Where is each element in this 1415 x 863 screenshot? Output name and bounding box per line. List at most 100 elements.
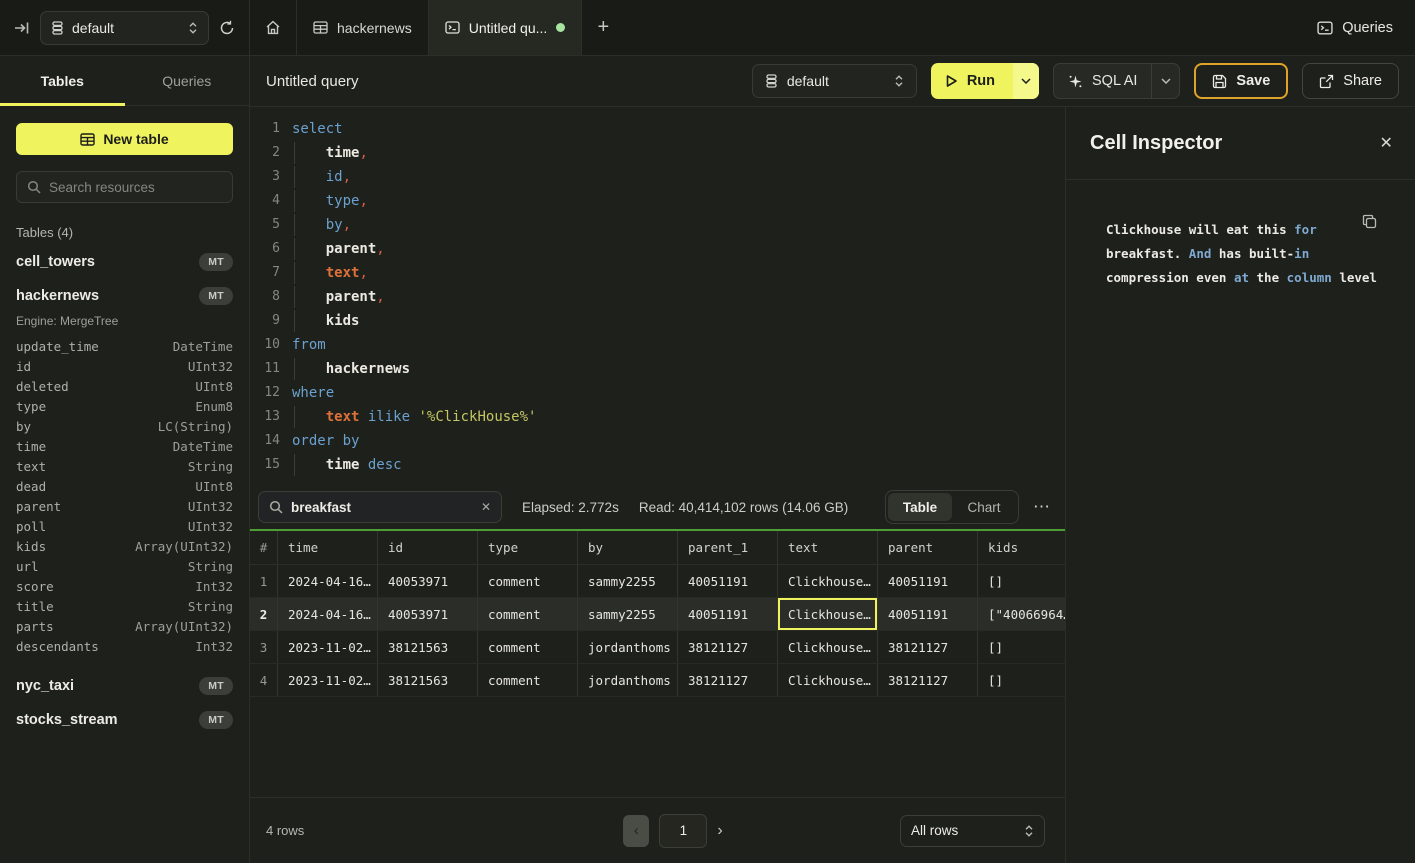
- view-toggle-chart[interactable]: Chart: [952, 493, 1016, 521]
- queries-button[interactable]: Queries: [1317, 20, 1393, 36]
- close-icon[interactable]: ✕: [1380, 133, 1393, 153]
- table-row[interactable]: 32023-11-02…38121563commentjordanthoms38…: [250, 631, 1065, 664]
- table-cell[interactable]: 40051191: [878, 565, 978, 597]
- tab-hackernews[interactable]: hackernews: [297, 0, 429, 55]
- sidebar-search[interactable]: [16, 171, 233, 203]
- table-cell[interactable]: 40051191: [878, 598, 978, 630]
- table-cell[interactable]: 38121563: [378, 631, 478, 663]
- table-cell[interactable]: Clickhouse…: [778, 631, 878, 663]
- column-header-time[interactable]: time: [278, 531, 378, 564]
- column-header-parent_1[interactable]: parent_1: [678, 531, 778, 564]
- column-header-#[interactable]: #: [250, 531, 278, 564]
- table-cell[interactable]: comment: [478, 631, 578, 663]
- table-cell[interactable]: 40051191: [678, 565, 778, 597]
- table-name: cell_towers: [16, 254, 95, 270]
- topbar-left-controls: default: [0, 0, 250, 55]
- table-cell[interactable]: comment: [478, 598, 578, 630]
- view-toggle-table[interactable]: Table: [888, 493, 952, 521]
- refresh-icon[interactable]: [219, 20, 235, 36]
- column-type: UInt8: [195, 479, 233, 494]
- column-header-id[interactable]: id: [378, 531, 478, 564]
- clear-search-icon[interactable]: ✕: [481, 500, 491, 514]
- engine-badge: MT: [199, 253, 233, 271]
- add-tab-button[interactable]: +: [582, 0, 624, 55]
- table-cell[interactable]: []: [978, 664, 1065, 696]
- indent-guide: [294, 214, 295, 236]
- table-cell[interactable]: 38121127: [878, 631, 978, 663]
- table-cell[interactable]: 38121563: [378, 664, 478, 696]
- table-cell[interactable]: 2023-11-02…: [278, 664, 378, 696]
- table-cell[interactable]: jordanthoms: [578, 631, 678, 663]
- more-options-icon[interactable]: ⋯: [1033, 497, 1051, 517]
- indent-guide: [294, 310, 295, 332]
- tab-untitled-query[interactable]: Untitled qu...: [429, 0, 583, 55]
- share-button[interactable]: Share: [1302, 63, 1399, 99]
- code-line: 8 parent,: [258, 285, 1065, 309]
- column-header-parent[interactable]: parent: [878, 531, 978, 564]
- sidebar-table-nyc_taxi[interactable]: nyc_taxiMT: [16, 668, 233, 702]
- code-text: from: [292, 333, 326, 357]
- unsaved-dot: [556, 23, 565, 32]
- table-cell[interactable]: ["40066964…: [978, 598, 1065, 630]
- table-cell[interactable]: sammy2255: [578, 565, 678, 597]
- table-cell[interactable]: Clickhouse…: [778, 598, 878, 630]
- table-cell[interactable]: 38121127: [878, 664, 978, 696]
- table-cell[interactable]: sammy2255: [578, 598, 678, 630]
- collapse-sidebar-icon[interactable]: [14, 21, 30, 35]
- sidebar-tab-tables[interactable]: Tables: [0, 56, 125, 105]
- sql-ai-dropdown-caret[interactable]: [1151, 64, 1179, 98]
- table-row[interactable]: 42023-11-02…38121563commentjordanthoms38…: [250, 664, 1065, 697]
- code-line: 11 hackernews: [258, 357, 1065, 381]
- table-cell[interactable]: jordanthoms: [578, 664, 678, 696]
- table-cell[interactable]: 40053971: [378, 565, 478, 597]
- table-cell[interactable]: Clickhouse…: [778, 565, 878, 597]
- sidebar-table-hackernews[interactable]: hackernewsMT: [16, 278, 233, 312]
- table-row[interactable]: 22024-04-16…40053971commentsammy22554005…: [250, 598, 1065, 631]
- page-size-selector[interactable]: All rows: [900, 815, 1045, 847]
- prev-page-button[interactable]: ‹: [623, 815, 649, 847]
- copy-icon[interactable]: [1362, 214, 1377, 229]
- results-search[interactable]: ✕: [258, 491, 502, 523]
- column-header-text[interactable]: text: [778, 531, 878, 564]
- run-dropdown-caret[interactable]: [1013, 63, 1039, 99]
- tab-home[interactable]: [250, 0, 297, 55]
- results-table-header: #timeidtypebyparent_1textparentkids: [250, 531, 1065, 565]
- sidebar-tab-queries[interactable]: Queries: [125, 56, 250, 105]
- sql-ai-button[interactable]: SQL AI: [1053, 63, 1180, 99]
- run-button[interactable]: Run: [931, 63, 1039, 99]
- table-cell[interactable]: 2023-11-02…: [278, 631, 378, 663]
- save-button[interactable]: Save: [1194, 63, 1288, 99]
- table-cell[interactable]: 40053971: [378, 598, 478, 630]
- table-cell[interactable]: 38121127: [678, 664, 778, 696]
- table-cell[interactable]: []: [978, 631, 1065, 663]
- column-header-by[interactable]: by: [578, 531, 678, 564]
- table-cell[interactable]: 2024-04-16…: [278, 565, 378, 597]
- table-cell[interactable]: comment: [478, 664, 578, 696]
- results-toolbar: ✕ Elapsed: 2.772s Read: 40,414,102 rows …: [250, 485, 1065, 529]
- code-text: hackernews: [292, 357, 410, 381]
- column-header-kids[interactable]: kids: [978, 531, 1065, 564]
- results-search-input[interactable]: [291, 500, 473, 515]
- table-row[interactable]: 12024-04-16…40053971commentsammy22554005…: [250, 565, 1065, 598]
- new-table-label: New table: [103, 131, 168, 147]
- page-number[interactable]: 1: [659, 814, 707, 848]
- sidebar-table-cell_towers[interactable]: cell_towers MT: [16, 244, 233, 278]
- table-cell[interactable]: 38121127: [678, 631, 778, 663]
- query-database-selector[interactable]: default: [752, 64, 917, 98]
- column-header-type[interactable]: type: [478, 531, 578, 564]
- column-type: Enum8: [195, 399, 233, 414]
- table-cell[interactable]: Clickhouse…: [778, 664, 878, 696]
- console-icon: [1317, 21, 1333, 35]
- table-cell[interactable]: 2024-04-16…: [278, 598, 378, 630]
- sidebar-table-stocks_stream[interactable]: stocks_streamMT: [16, 702, 233, 736]
- new-table-button[interactable]: New table: [16, 123, 233, 155]
- next-page-button[interactable]: ›: [717, 822, 722, 840]
- table-cell[interactable]: []: [978, 565, 1065, 597]
- sql-editor[interactable]: 1select2 time,3 id,4 type,5 by,6 parent,…: [250, 107, 1065, 485]
- table-cell[interactable]: 40051191: [678, 598, 778, 630]
- database-selector[interactable]: default: [40, 11, 209, 45]
- sidebar-search-input[interactable]: [49, 180, 222, 195]
- table-cell[interactable]: comment: [478, 565, 578, 597]
- column-name: by: [16, 419, 31, 434]
- code-line: 10from: [258, 333, 1065, 357]
